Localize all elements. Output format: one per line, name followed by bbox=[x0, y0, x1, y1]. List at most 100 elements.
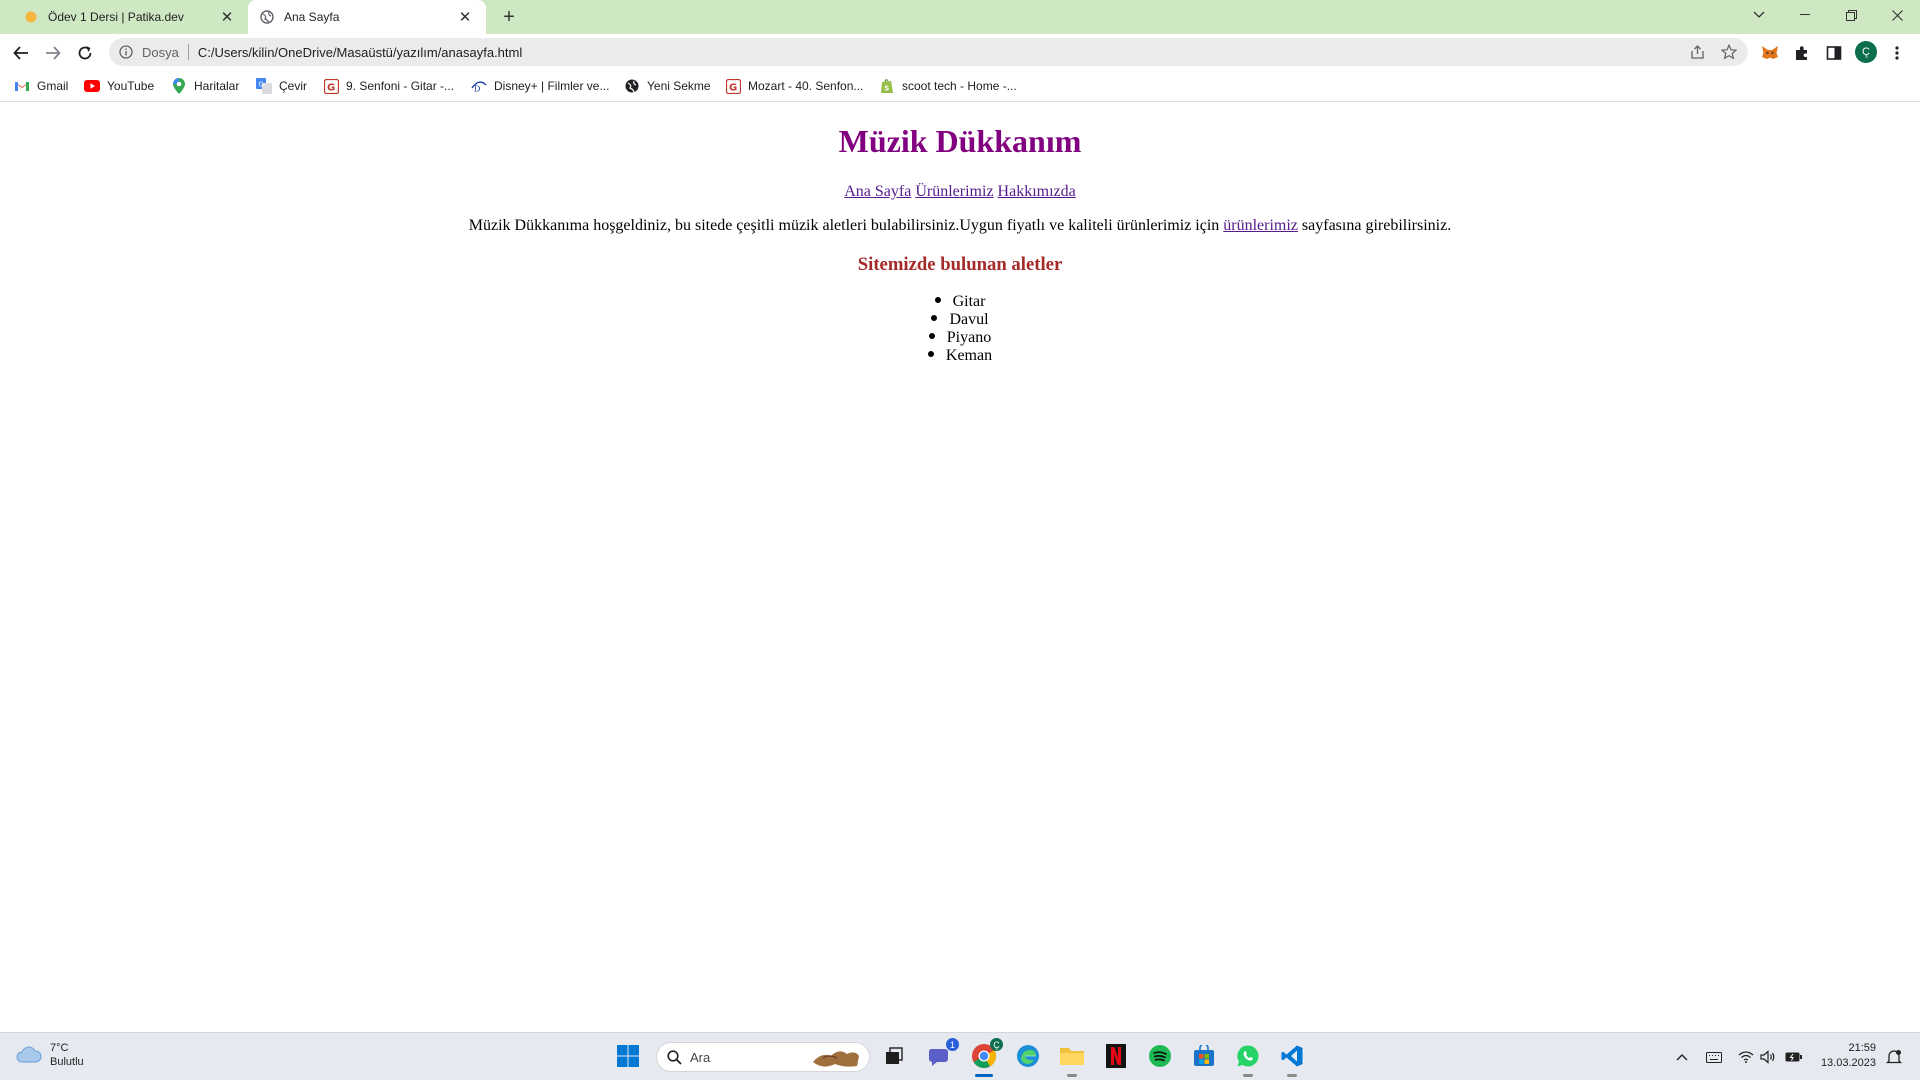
instrument-list: Gitar Davul Piyano Keman bbox=[0, 293, 1920, 365]
profile-avatar[interactable]: Ç bbox=[1855, 41, 1877, 63]
system-clock[interactable]: 21:59 13.03.2023 bbox=[1812, 1041, 1876, 1071]
tab-ana-sayfa[interactable]: Ana Sayfa ✕ bbox=[248, 0, 486, 34]
instrument-name: Piyano bbox=[946, 329, 992, 346]
bookmark-label: Haritalar bbox=[194, 79, 240, 93]
nav-link-ana-sayfa[interactable]: Ana Sayfa bbox=[844, 183, 911, 200]
disney-icon: D bbox=[471, 78, 487, 94]
reload-button[interactable] bbox=[72, 40, 98, 66]
nav-link-hakkimizda[interactable]: Hakkımızda bbox=[998, 183, 1076, 200]
wifi-icon[interactable] bbox=[1736, 1047, 1756, 1067]
list-item: Keman bbox=[0, 347, 1920, 365]
search-icon bbox=[667, 1049, 682, 1065]
svg-text:G: G bbox=[259, 81, 264, 89]
address-separator bbox=[187, 44, 189, 60]
weather-condition: Bulutlu bbox=[50, 1056, 84, 1068]
bookmark-gmail[interactable]: Gmail bbox=[14, 77, 68, 95]
bookmark-disney[interactable]: D Disney+ | Filmler ve... bbox=[471, 77, 609, 95]
tab-strip: Ödev 1 Dersi | Patika.dev ✕ Ana Sayfa ✕ … bbox=[0, 0, 1920, 34]
tab-title: Ödev 1 Dersi | Patika.dev bbox=[48, 10, 184, 24]
volume-icon[interactable] bbox=[1758, 1047, 1778, 1067]
task-view-icon bbox=[884, 1046, 904, 1069]
bookmark-senfoni[interactable]: G 9. Senfoni - Gitar -... bbox=[323, 77, 454, 95]
bookmark-star-icon[interactable] bbox=[1719, 42, 1739, 62]
browser-toolbar: Dosya C:/Users/kilin/OneDrive/Masaüstü/y… bbox=[0, 34, 1920, 70]
teams-chat-button[interactable]: 1 bbox=[924, 1038, 959, 1073]
back-button[interactable] bbox=[8, 40, 34, 66]
metamask-extension-icon[interactable] bbox=[1759, 42, 1781, 64]
windows-logo-icon bbox=[616, 1044, 640, 1071]
chevron-up-icon[interactable] bbox=[1672, 1047, 1692, 1067]
bookmark-label: Disney+ | Filmler ve... bbox=[494, 79, 610, 93]
site-info-icon[interactable] bbox=[118, 44, 134, 60]
running-app-indicator bbox=[1287, 1074, 1297, 1077]
restore-button[interactable] bbox=[1828, 0, 1874, 30]
start-button[interactable] bbox=[612, 1041, 644, 1073]
cloud-icon bbox=[16, 1045, 42, 1066]
spotify-button[interactable] bbox=[1144, 1041, 1176, 1073]
gmail-icon bbox=[14, 78, 30, 94]
tab-title: Ana Sayfa bbox=[284, 10, 340, 24]
intro-link-urunlerimiz[interactable]: ürünlerimiz bbox=[1223, 217, 1298, 234]
notification-icon[interactable] bbox=[1884, 1047, 1904, 1067]
bookmark-label: Gmail bbox=[37, 79, 69, 93]
bullet bbox=[931, 315, 938, 322]
minimize-button[interactable] bbox=[1782, 0, 1828, 30]
tab-patika[interactable]: Ödev 1 Dersi | Patika.dev ✕ bbox=[12, 0, 248, 34]
bookmark-scoot-tech[interactable]: S scoot tech - Home -... bbox=[879, 77, 1017, 95]
vscode-icon bbox=[1280, 1044, 1304, 1071]
netflix-icon bbox=[1106, 1043, 1126, 1071]
task-view-button[interactable] bbox=[878, 1041, 910, 1073]
chrome-taskbar-button[interactable]: Ç bbox=[968, 1038, 1003, 1077]
more-menu-icon[interactable] bbox=[1886, 42, 1908, 64]
globe-icon bbox=[624, 78, 640, 94]
list-item: Davul bbox=[0, 311, 1920, 329]
instrument-name: Keman bbox=[945, 347, 993, 364]
spotify-icon bbox=[1148, 1044, 1172, 1071]
battery-icon[interactable] bbox=[1784, 1047, 1804, 1067]
bookmark-cevir[interactable]: G Çevir bbox=[256, 77, 307, 95]
close-tab-icon[interactable]: ✕ bbox=[218, 8, 236, 26]
address-bar[interactable]: Dosya C:/Users/kilin/OneDrive/Masaüstü/y… bbox=[109, 38, 1748, 66]
taskbar-search[interactable]: Ara bbox=[656, 1042, 870, 1072]
vscode-button[interactable] bbox=[1276, 1041, 1308, 1077]
clock-time: 21:59 bbox=[1848, 1042, 1876, 1054]
forward-button[interactable] bbox=[40, 40, 66, 66]
guitar-site-icon: G bbox=[725, 78, 741, 94]
url-text[interactable]: C:/Users/kilin/OneDrive/Masaüstü/yazılım… bbox=[198, 45, 522, 60]
bookmark-yeni-sekme[interactable]: Yeni Sekme bbox=[624, 77, 711, 95]
maps-icon bbox=[171, 78, 187, 94]
whatsapp-button[interactable] bbox=[1232, 1041, 1264, 1077]
folder-icon bbox=[1059, 1045, 1085, 1070]
extensions-puzzle-icon[interactable] bbox=[1791, 42, 1813, 64]
active-app-indicator bbox=[975, 1074, 993, 1077]
shopify-icon: S bbox=[879, 78, 895, 94]
list-item: Piyano bbox=[0, 329, 1920, 347]
bookmark-label: 9. Senfoni - Gitar -... bbox=[346, 79, 455, 93]
clock-date: 13.03.2023 bbox=[1820, 1057, 1876, 1069]
keyboard-icon[interactable] bbox=[1704, 1047, 1724, 1067]
bookmark-label: YouTube bbox=[107, 79, 155, 93]
file-explorer-button[interactable] bbox=[1056, 1041, 1088, 1077]
translate-icon: G bbox=[256, 78, 272, 94]
new-tab-button[interactable]: + bbox=[497, 6, 521, 28]
chrome-profile-badge: Ç bbox=[990, 1038, 1003, 1051]
bookmark-mozart[interactable]: G Mozart - 40. Senfon... bbox=[725, 77, 863, 95]
microsoft-store-button[interactable] bbox=[1188, 1041, 1220, 1073]
svg-text:G: G bbox=[729, 82, 737, 93]
edge-taskbar-button[interactable] bbox=[1012, 1041, 1044, 1073]
netflix-button[interactable] bbox=[1100, 1041, 1132, 1073]
scheme-label: Dosya bbox=[142, 44, 179, 60]
store-icon bbox=[1193, 1042, 1215, 1070]
share-icon[interactable] bbox=[1687, 42, 1707, 62]
close-window-button[interactable] bbox=[1874, 0, 1920, 30]
nav-link-urunlerimiz[interactable]: Ürünlerimiz bbox=[915, 183, 993, 200]
side-panel-icon[interactable] bbox=[1823, 42, 1845, 64]
svg-text:S: S bbox=[884, 85, 889, 93]
tab-search-chevron-icon[interactable] bbox=[1736, 0, 1782, 30]
weather-text: 7°C Bulutlu bbox=[50, 1041, 84, 1069]
weather-widget[interactable]: 7°C Bulutlu bbox=[16, 1041, 84, 1069]
bookmark-youtube[interactable]: YouTube bbox=[84, 77, 154, 95]
site-nav: Ana Sayfa Ürünlerimiz Hakkımızda bbox=[0, 183, 1920, 201]
close-tab-icon[interactable]: ✕ bbox=[456, 8, 474, 26]
bookmark-haritalar[interactable]: Haritalar bbox=[171, 77, 239, 95]
